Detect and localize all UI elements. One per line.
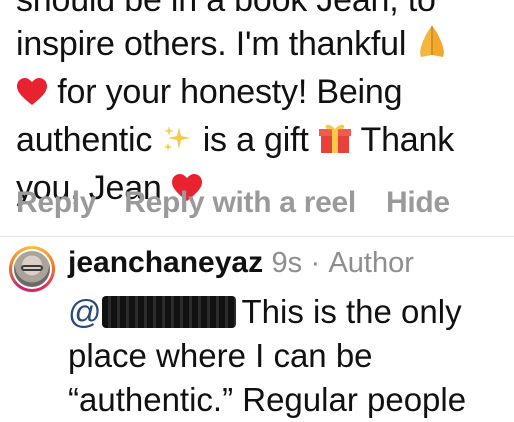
avatar-ring-gap: [12, 249, 52, 289]
redacted-username: [101, 296, 236, 328]
avatar-photo: [14, 251, 50, 287]
comment-text-2: @ This is the only place where I can be “…: [68, 290, 508, 422]
reply-with-reel-button[interactable]: Reply with a reel: [124, 186, 356, 220]
comment-line-text: is a gift: [202, 121, 309, 159]
comment-line-text: authentic: [16, 121, 153, 159]
sparkles-icon: [161, 122, 193, 166]
mention-prefix: @: [68, 293, 102, 330]
comment-line-text: should be in a book Jean, to: [16, 0, 436, 19]
comment-line-text: for your honesty! Being: [57, 73, 403, 111]
divider: [0, 236, 514, 237]
hide-button[interactable]: Hide: [386, 186, 450, 220]
comment-line: @ This is the only: [68, 290, 508, 334]
author-badge: Author: [328, 247, 414, 279]
comment-line: “authentic.” Regular people: [68, 378, 508, 422]
separator-dot: ·: [310, 247, 321, 279]
comment-line-text: “authentic.” Regular people: [68, 381, 467, 418]
username-link[interactable]: jeanchaneyaz: [68, 246, 263, 279]
comment-actions: Reply Reply with a reel Hide: [16, 186, 450, 220]
avatar[interactable]: [9, 246, 55, 292]
comment-text-1: should be in a book Jean, to inspire oth…: [16, 0, 506, 214]
comment-line: inspire others. I'm thankful: [16, 22, 506, 70]
comment-line-text: inspire others. I'm thankful: [16, 25, 407, 63]
comment-line: authentic is a gift Thank: [16, 118, 506, 166]
folded-hands-icon: [415, 23, 449, 70]
comment-header: jeanchaneyaz 9s · Author: [68, 246, 414, 280]
comment-line: for your honesty! Being: [16, 70, 506, 118]
red-heart-icon: [16, 74, 48, 118]
glasses-shape: [21, 265, 43, 271]
comment-line: place where I can be: [68, 334, 508, 378]
reply-button[interactable]: Reply: [16, 186, 97, 220]
comment-line: should be in a book Jean, to: [16, 0, 506, 22]
comment-line-text: place where I can be: [68, 337, 373, 374]
comment-line-text: Thank: [360, 121, 455, 159]
mention-link[interactable]: @: [68, 293, 242, 330]
comment-line-text: This is the only: [241, 293, 462, 330]
timestamp: 9s: [271, 247, 303, 279]
wrapped-gift-icon: [318, 121, 352, 166]
